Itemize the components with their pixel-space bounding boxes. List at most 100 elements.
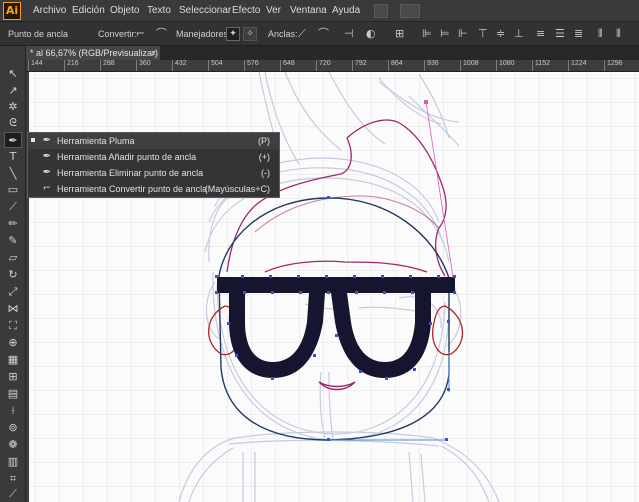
rectangle-tool-icon[interactable]: ▭ bbox=[4, 182, 22, 198]
add-anchor-point-icon: ✒ bbox=[42, 151, 52, 162]
ruler-tick-label: 864 bbox=[388, 60, 403, 71]
pen-tool-icon: ✒ bbox=[42, 135, 52, 146]
ruler-tick-label: 1080 bbox=[496, 60, 515, 71]
document-tab-bar: * al 66,67% (RGB/Previsualizar) × bbox=[26, 46, 639, 60]
eyedropper-tool-icon[interactable]: ⟊ bbox=[4, 403, 22, 419]
ruler-tick-label: 1224 bbox=[568, 60, 587, 71]
eraser-tool-icon[interactable]: ▱ bbox=[4, 250, 22, 266]
flyout-item-shortcut: (P) bbox=[258, 136, 270, 146]
menu-seleccionar[interactable]: Seleccionar bbox=[179, 5, 231, 16]
show-handles-icon[interactable]: ✦ bbox=[226, 27, 240, 41]
align-left-icon[interactable]: ⊫ bbox=[422, 27, 432, 41]
flyout-item-add-anchor[interactable]: ✒ Herramienta Añadir punto de ancla (+) bbox=[28, 149, 279, 165]
flyout-item-shortcut: (Mayúsculas+C) bbox=[204, 184, 270, 194]
blend-tool-icon[interactable]: ⊚ bbox=[4, 420, 22, 436]
column-graph-tool-icon[interactable]: ▥ bbox=[4, 454, 22, 470]
convert-corner-icon[interactable]: ⌐ bbox=[136, 27, 145, 41]
pencil-tool-icon[interactable]: ✏ bbox=[4, 216, 22, 232]
align-bottom-icon[interactable]: ⊥ bbox=[514, 27, 524, 41]
artboard-tool-icon[interactable]: ⌗ bbox=[4, 471, 22, 487]
slice-tool-icon[interactable]: ⟋ bbox=[4, 486, 22, 502]
align-center-h-icon[interactable]: ⊨ bbox=[440, 27, 450, 41]
flyout-item-label: Herramienta Eliminar punto de ancla bbox=[57, 168, 204, 178]
convert-smooth-icon[interactable]: ⌒ bbox=[156, 27, 167, 41]
isolate-mask-icon[interactable]: ◐ bbox=[366, 27, 376, 41]
flyout-item-label: Herramienta Convertir punto de ancla bbox=[57, 184, 208, 194]
rotate-tool-icon[interactable]: ↻ bbox=[4, 267, 22, 283]
distribute-bottom-icon[interactable]: ≣ bbox=[574, 27, 583, 41]
flyout-item-shortcut: (+) bbox=[258, 152, 270, 162]
menu-texto[interactable]: Texto bbox=[147, 5, 171, 16]
align-right-icon[interactable]: ⊩ bbox=[458, 27, 468, 41]
selected-bullet-icon bbox=[31, 138, 35, 142]
menu-ayuda[interactable]: Ayuda bbox=[332, 5, 360, 16]
document-tab[interactable]: * al 66,67% (RGB/Previsualizar) × bbox=[26, 46, 160, 60]
flyout-item-shortcut: (-) bbox=[261, 168, 270, 178]
ruler-tick-label: 792 bbox=[352, 60, 367, 71]
magic-wand-tool-icon[interactable]: ✲ bbox=[4, 99, 22, 115]
menu-edicion[interactable]: Edición bbox=[72, 5, 105, 16]
flyout-item-convert-anchor[interactable]: ⌐ Herramienta Convertir punto de ancla (… bbox=[28, 181, 279, 197]
transform-icon[interactable]: ⊞ bbox=[395, 27, 404, 41]
distribute-middle-icon[interactable]: ☰ bbox=[555, 27, 565, 41]
gradient-tool-icon[interactable]: ▤ bbox=[4, 386, 22, 402]
selection-type-label: Punto de ancla bbox=[8, 29, 69, 39]
arrange-documents-icon[interactable] bbox=[400, 4, 420, 18]
ruler-tick-label: 432 bbox=[172, 60, 187, 71]
anclas-label: Anclas: bbox=[268, 29, 298, 39]
selection-tool-icon[interactable]: ↖ bbox=[4, 66, 22, 82]
ruler-tick-label: 576 bbox=[244, 60, 259, 71]
mesh-tool-icon[interactable]: ⊞ bbox=[4, 369, 22, 385]
ruler-tick-label: 288 bbox=[100, 60, 115, 71]
ruler-tick-label: 1008 bbox=[460, 60, 479, 71]
horizontal-ruler[interactable]: 144 216 288 360 432 504 576 648 720 792 864 936 1008… bbox=[26, 60, 639, 72]
cut-path-icon[interactable]: ⊣ bbox=[344, 27, 354, 41]
shape-builder-tool-icon[interactable]: ⊕ bbox=[4, 335, 22, 351]
ruler-tick-label: 1152 bbox=[532, 60, 550, 71]
perspective-grid-tool-icon[interactable]: ▦ bbox=[4, 352, 22, 368]
pen-tool-icon[interactable]: ✒ bbox=[4, 132, 22, 148]
ruler-tick-label: 504 bbox=[208, 60, 223, 71]
align-top-icon[interactable]: ⊤ bbox=[478, 27, 488, 41]
tools-panel: ↖ ↗ ✲ ᘓ ✒ T ╲ ▭ ⟋ ✏ ✎ ▱ ↻ ⤢ ⋈ ⛶ ⊕ ▦ ⊞ ▤ … bbox=[0, 46, 26, 502]
blob-brush-tool-icon[interactable]: ✎ bbox=[4, 233, 22, 249]
flyout-item-delete-anchor[interactable]: ✒ Herramienta Eliminar punto de ancla (-… bbox=[28, 165, 279, 181]
control-bar: Punto de ancla Convertir: ⌐ ⌒ Manejadore… bbox=[0, 22, 639, 46]
menu-ver[interactable]: Ver bbox=[266, 5, 281, 16]
line-segment-tool-icon[interactable]: ╲ bbox=[4, 166, 22, 182]
ruler-tick-label: 144 bbox=[28, 60, 43, 71]
remove-anchor-icon[interactable]: ⟋ bbox=[298, 27, 306, 41]
scale-tool-icon[interactable]: ⤢ bbox=[4, 284, 22, 300]
bridge-icon[interactable] bbox=[374, 4, 388, 18]
convert-anchor-point-icon: ⌐ bbox=[42, 183, 52, 194]
ruler-tick-label: 360 bbox=[136, 60, 151, 71]
menu-bar: Ai Archivo Edición Objeto Texto Seleccio… bbox=[0, 0, 639, 22]
align-middle-v-icon[interactable]: ≑ bbox=[496, 27, 505, 41]
convertir-label: Convertir: bbox=[98, 29, 138, 39]
connect-anchor-icon[interactable]: ⌒ bbox=[318, 27, 329, 41]
direct-selection-tool-icon[interactable]: ↗ bbox=[4, 83, 22, 99]
ruler-tick-label: 648 bbox=[280, 60, 295, 71]
lasso-tool-icon[interactable]: ᘓ bbox=[4, 115, 22, 131]
menu-efecto[interactable]: Efecto bbox=[232, 5, 260, 16]
menu-ventana[interactable]: Ventana bbox=[290, 5, 327, 16]
direction-handle-point[interactable] bbox=[424, 100, 428, 104]
menu-archivo[interactable]: Archivo bbox=[33, 5, 66, 16]
distribute-center-icon[interactable]: ⦀ bbox=[616, 27, 621, 41]
close-tab-icon[interactable]: × bbox=[151, 46, 156, 60]
document-tab-title: * al 66,67% (RGB/Previsualizar) bbox=[30, 48, 159, 58]
distribute-top-icon[interactable]: ≡ bbox=[536, 27, 545, 41]
distribute-left-icon[interactable]: ⫴ bbox=[598, 27, 603, 41]
type-tool-icon[interactable]: T bbox=[4, 149, 22, 165]
ruler-tick-label: 216 bbox=[64, 60, 79, 71]
flyout-item-pen[interactable]: ✒ Herramienta Pluma (P) bbox=[28, 133, 279, 149]
ruler-tick-label: 1296 bbox=[604, 60, 623, 71]
hide-handles-icon[interactable]: ✧ bbox=[243, 27, 257, 41]
width-tool-icon[interactable]: ⋈ bbox=[4, 301, 22, 317]
menu-objeto[interactable]: Objeto bbox=[110, 5, 139, 16]
paintbrush-tool-icon[interactable]: ⟋ bbox=[4, 199, 22, 215]
free-transform-tool-icon[interactable]: ⛶ bbox=[4, 318, 22, 334]
delete-anchor-point-icon: ✒ bbox=[42, 167, 52, 178]
illustrator-logo-icon: Ai bbox=[3, 2, 21, 20]
symbol-sprayer-tool-icon[interactable]: ❁ bbox=[4, 437, 22, 453]
